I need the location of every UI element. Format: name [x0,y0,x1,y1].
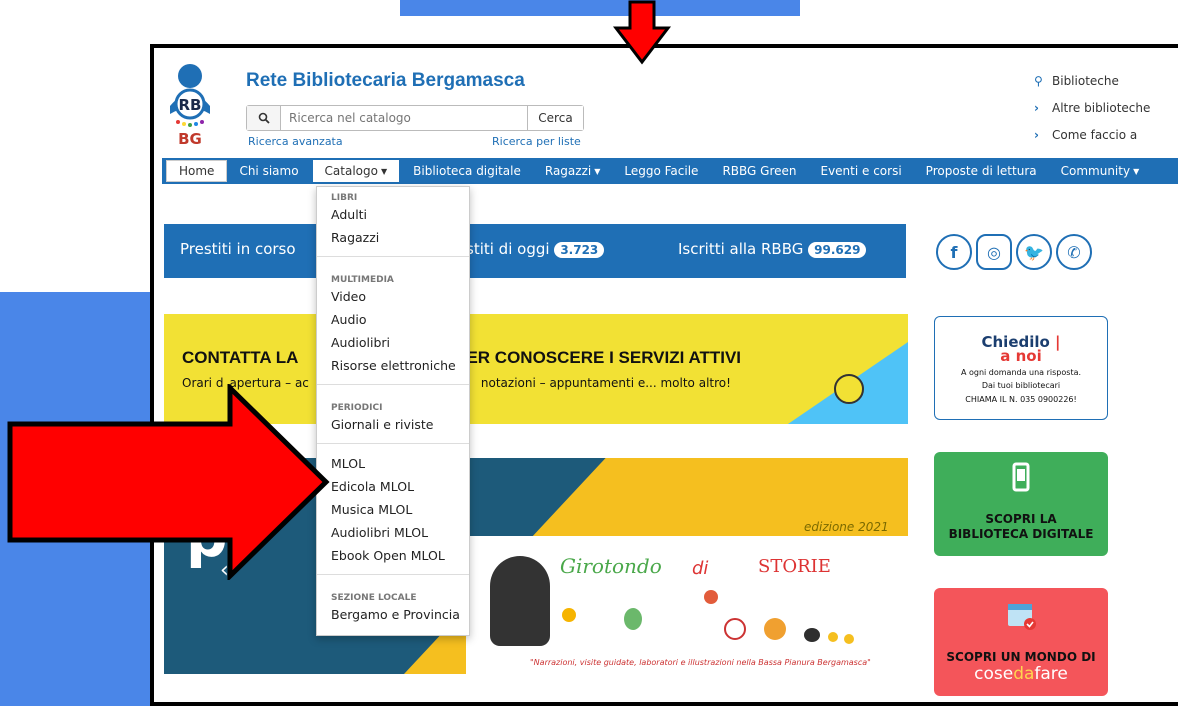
twitter-icon[interactable]: 🐦 [1016,234,1052,270]
dropdown-item-video[interactable]: Video [317,285,469,308]
site-title[interactable]: Rete Bibliotecaria Bergamasca [246,70,525,92]
carousel-libri-text: Libri [186,516,208,527]
page-frame: RB BG Rete Bibliotecaria Bergamasca Cerc… [150,44,1178,706]
annotation-top-bar [400,0,800,16]
chiedilo-line3: CHIAMA IL N. 035 0900226! [965,395,1077,404]
calendar-check-icon [1008,604,1036,630]
logo-rb-text: RB [179,96,202,114]
toplink-come-faccio[interactable]: › Come faccio a [1034,122,1150,149]
search-bar: Cerca [246,105,584,131]
chiedilo-title-2: a noi [1000,347,1042,365]
carousel-storie: STORIE [758,556,831,577]
nav-proposte-lettura[interactable]: Proposte di lettura [914,160,1049,182]
dropdown-item-adulti[interactable]: Adulti [317,203,469,226]
chevron-left-icon[interactable]: ‹ [220,558,229,583]
nav-leggo-facile[interactable]: Leggo Facile [612,160,710,182]
rbbg-logo[interactable]: RB BG [166,62,214,152]
carousel-girotondo: Girotondo [560,554,662,578]
green-tile-line2: BIBLIOTECA DIGITALE [948,527,1094,541]
dropdown-item-audio[interactable]: Audio [317,308,469,331]
dropdown-item-giornali[interactable]: Giornali e riviste [317,413,469,436]
caret-down-icon: ▼ [380,166,388,176]
dropdown-divider [317,256,469,257]
chiedilo-box[interactable]: Chiedilo | a noi A ogni domanda una risp… [934,316,1108,420]
dropdown-divider [317,574,469,575]
nav-biblioteca-digitale[interactable]: Biblioteca digitale [401,160,533,182]
facebook-icon[interactable]: f [936,234,972,270]
dropdown-item-mlol[interactable]: MLOL [317,452,469,475]
carousel-edition: edizione 2021 [804,520,889,534]
green-tile-line1: SCOPRI LA [985,512,1057,526]
instagram-icon[interactable]: ◎ [976,234,1012,270]
chevron-right-icon[interactable]: › [850,558,859,583]
caret-down-icon: ▼ [594,166,601,176]
catalogo-dropdown-menu: LIBRI Adulti Ragazzi MULTIMEDIA Video Au… [316,186,470,636]
search-input[interactable] [281,106,527,130]
dropdown-divider [317,443,469,444]
stats-bar: Prestiti in corso stiti di oggi 3.723 Is… [164,224,906,278]
carousel-caption: "Narrazioni, visite guidate, laboratori … [530,658,871,667]
carousel[interactable]: p Libri edizione 2021 Girotondo di STORI… [164,458,908,674]
dropdown-item-edicola-mlol[interactable]: Edicola MLOL [317,475,469,498]
toplink-altre-biblioteche[interactable]: › Altre biblioteche [1034,95,1150,122]
nav-chi-siamo[interactable]: Chi siamo [227,160,310,182]
chevron-right-icon: › [1034,128,1039,142]
dropdown-item-musica-mlol[interactable]: Musica MLOL [317,498,469,521]
biblioteca-digitale-tile[interactable]: SCOPRI LA BIBLIOTECA DIGITALE [934,452,1108,556]
caret-down-icon: ▼ [1133,166,1140,176]
nav-home[interactable]: Home [166,160,228,182]
stat-prestiti-corso: Prestiti in corso [180,240,296,258]
dropdown-header-libri: LIBRI [331,193,358,203]
nav-catalogo[interactable]: Catalogo ▼ [312,160,400,182]
chiedilo-line1: A ogni domanda una risposta. [960,368,1082,377]
annotation-left-panel [0,292,156,706]
nav-rbbg-green[interactable]: RBBG Green [710,160,808,182]
nav-ragazzi[interactable]: Ragazzi ▼ [533,160,613,182]
dropdown-item-ragazzi[interactable]: Ragazzi [317,226,469,249]
logo-bg-text: BG [178,130,202,148]
chevron-right-icon: › [1034,101,1039,115]
carousel-di: di [692,558,709,579]
toplink-biblioteche[interactable]: ⚲ Biblioteche [1034,68,1150,95]
advanced-search-link[interactable]: Ricerca avanzata [248,135,343,148]
dropdown-item-audiolibri[interactable]: Audiolibri [317,331,469,354]
stat-prestiti-oggi: stiti di oggi 3.723 [466,240,605,258]
nav-eventi-corsi[interactable]: Eventi e corsi [808,160,913,182]
stat-iscritti-value: 99.629 [808,242,867,258]
contact-banner[interactable]: CONTATTA LA ER CONOSCERE I SERVIZI ATTIVI… [164,314,908,424]
dropdown-item-bergamo[interactable]: Bergamo e Provincia [317,603,469,626]
dropdown-header-periodici: PERIODICI [331,403,383,413]
map-marker-icon: ⚲ [1034,74,1043,88]
cursor-click-icon [834,374,864,404]
dropdown-header-sezione-locale: SEZIONE LOCALE [331,593,417,603]
dropdown-header-multimedia: MULTIMEDIA [331,275,394,285]
nav-community[interactable]: Community ▼ [1049,160,1152,182]
phone-book-icon [1012,462,1030,492]
dropdown-item-audiolibri-mlol[interactable]: Audiolibri MLOL [317,521,469,544]
chiedilo-line2: Dai tuoi bibliotecari [981,381,1061,390]
red-tile-line1: SCOPRI UN MONDO DI [946,650,1096,664]
dropdown-item-risorse[interactable]: Risorse elettroniche [317,354,469,377]
search-button[interactable]: Cerca [527,106,583,130]
stat-iscritti: Iscritti alla RBBG 99.629 [678,240,867,258]
phone-icon[interactable]: ✆ [1056,234,1092,270]
dropdown-divider [317,384,469,385]
wolf-illustration [490,556,550,646]
search-icon [247,106,281,130]
list-search-link[interactable]: Ricerca per liste [492,135,581,148]
cosedafare-logo: cosedafare [974,664,1068,684]
dropdown-item-ebook-mlol[interactable]: Ebook Open MLOL [317,544,469,567]
top-links: ⚲ Biblioteche › Altre biblioteche › Come fa… [1034,68,1150,149]
main-navbar: Home Chi siamo Catalogo ▼ Biblioteca digi… [162,158,1178,184]
stat-prestiti-oggi-value: 3.723 [554,242,605,258]
cosedafare-tile[interactable]: SCOPRI UN MONDO DI cosedafare [934,588,1108,696]
